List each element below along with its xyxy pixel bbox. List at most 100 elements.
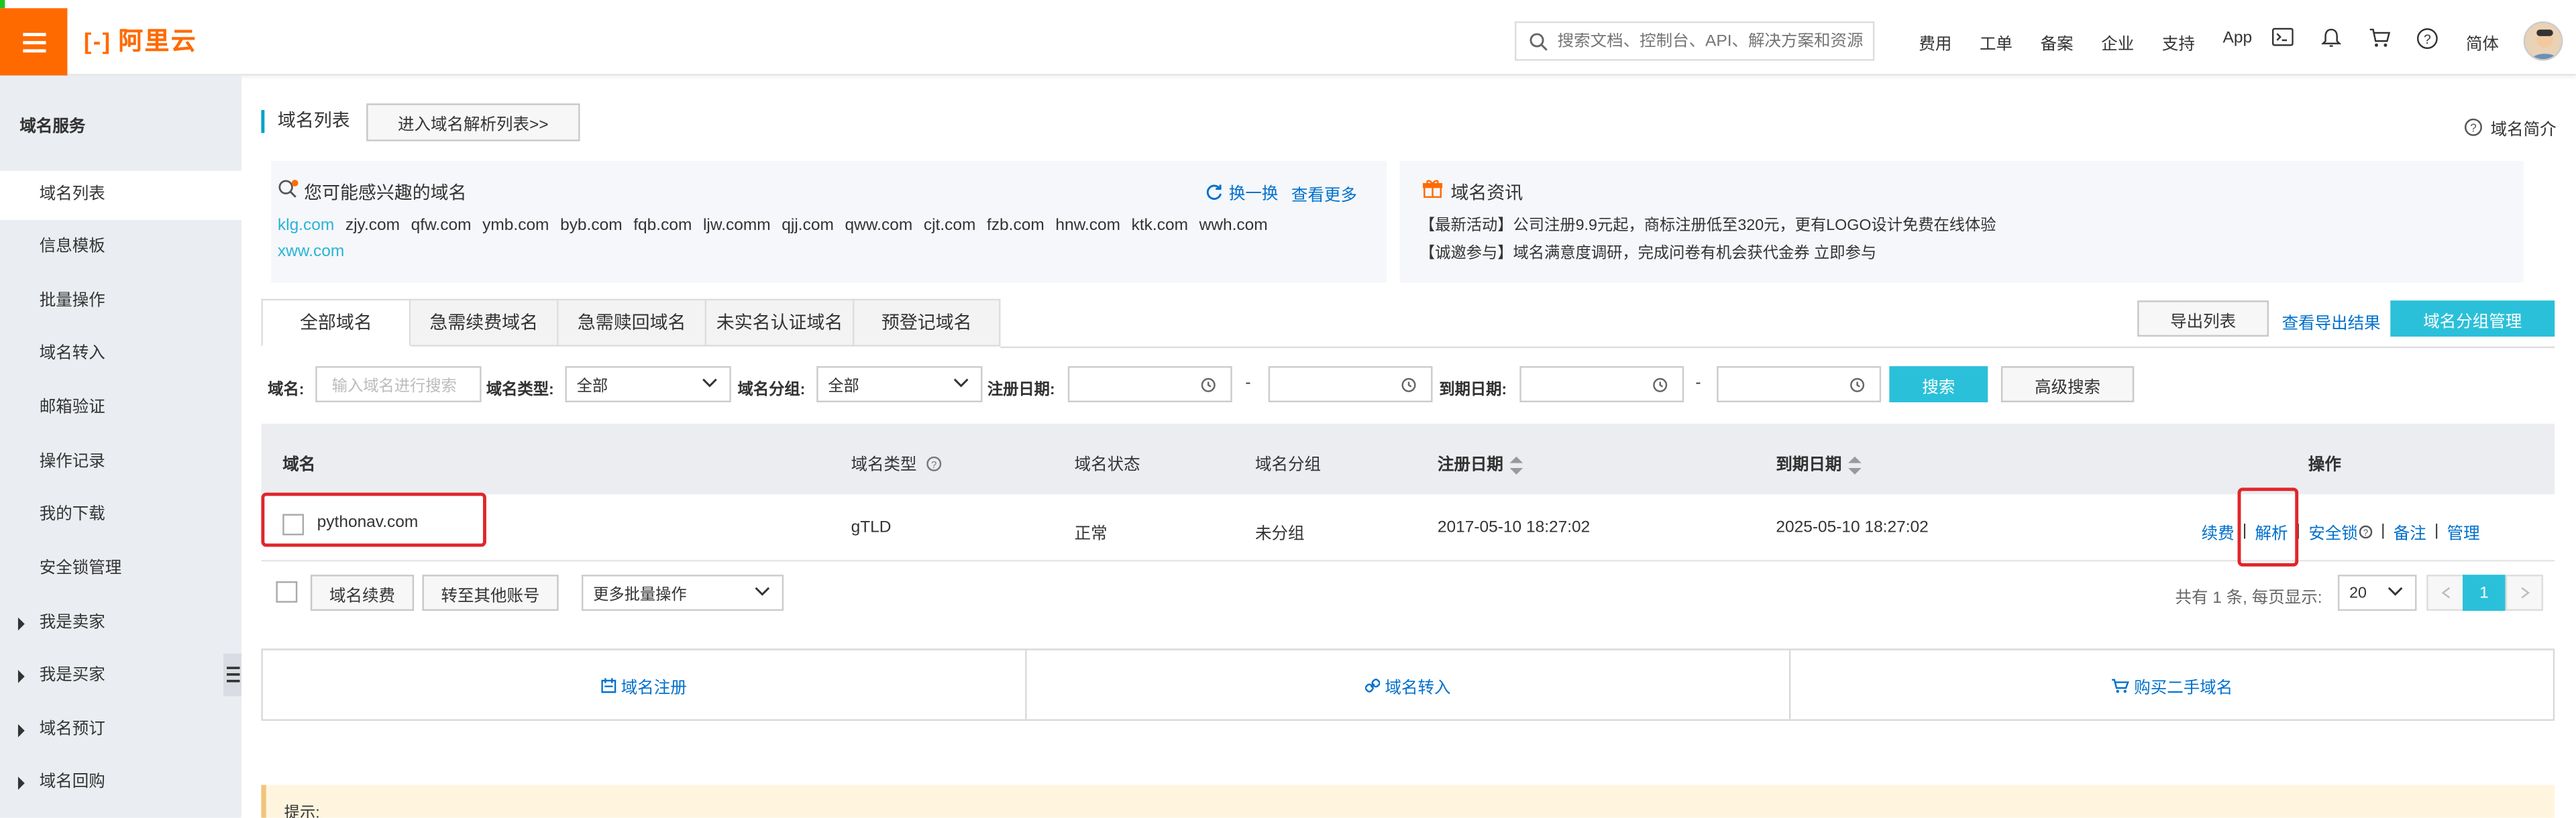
- interest-domain[interactable]: ktk.com: [1132, 217, 1188, 235]
- group-select[interactable]: 全部: [816, 366, 983, 403]
- interest-domain[interactable]: cjt.com: [924, 217, 976, 235]
- sidebar-item-security-lock[interactable]: 安全锁管理: [0, 545, 241, 594]
- sidebar-group-reserve[interactable]: 域名预订: [0, 706, 241, 755]
- sidebar-item-domain-list[interactable]: 域名列表: [0, 170, 242, 221]
- advanced-search-button[interactable]: 高级搜索: [2000, 366, 2135, 403]
- swap-button[interactable]: 换一换: [1206, 179, 1278, 204]
- enter-dns-list-button[interactable]: 进入域名解析列表>>: [366, 103, 580, 141]
- transfer-in-button[interactable]: 域名转入: [1027, 650, 1791, 719]
- sidebar-item-email-verify[interactable]: 邮箱验证: [0, 384, 241, 433]
- sidebar-item-downloads[interactable]: 我的下载: [0, 491, 241, 540]
- security-lock-link[interactable]: 安全锁: [2308, 519, 2357, 544]
- type-select-value: 全部: [576, 377, 608, 396]
- sort-icon: [1848, 456, 1862, 475]
- sidebar-collapse-button[interactable]: [223, 653, 242, 697]
- nav-enterprise[interactable]: 企业: [2101, 30, 2134, 54]
- col-type-label: 域名类型: [851, 456, 917, 475]
- view-export-link[interactable]: 查看导出结果: [2282, 308, 2381, 333]
- next-page-button[interactable]: [2505, 575, 2544, 611]
- language-switch[interactable]: 简体: [2466, 30, 2499, 54]
- col-exp-label: 到期日期: [1776, 456, 1842, 475]
- interest-domain[interactable]: qww.com: [845, 217, 913, 235]
- global-search[interactable]: [1514, 21, 1875, 61]
- sidebar-item-op-log[interactable]: 操作记录: [0, 439, 241, 487]
- col-exp-date[interactable]: 到期日期: [1776, 450, 1862, 475]
- search-button[interactable]: 搜索: [1889, 366, 1988, 403]
- interest-domain[interactable]: wwh.com: [1199, 217, 1268, 235]
- help-icon[interactable]: ?: [2416, 28, 2438, 50]
- nav-fees[interactable]: 费用: [1919, 30, 1951, 54]
- chevron-down-icon: [755, 587, 770, 596]
- status-indicator: [0, 0, 5, 9]
- terminal-icon[interactable]: [2271, 27, 2294, 46]
- user-avatar[interactable]: [2523, 21, 2563, 61]
- view-more-link[interactable]: 查看更多: [1291, 180, 1357, 205]
- sidebar-item-info-template[interactable]: 信息模板: [0, 223, 241, 272]
- sidebar-group-seller[interactable]: 我是卖家: [0, 599, 241, 648]
- help-icon[interactable]: ?: [926, 456, 941, 471]
- bell-icon[interactable]: [2321, 28, 2341, 48]
- tab-preregistered[interactable]: 预登记域名: [854, 298, 1001, 347]
- nav-icp[interactable]: 备案: [2041, 30, 2074, 54]
- batch-ops-select[interactable]: 更多批量操作: [581, 575, 784, 611]
- menu-button[interactable]: [0, 8, 68, 76]
- renew-link[interactable]: 续费: [2202, 519, 2235, 544]
- interest-domain[interactable]: byb.com: [560, 217, 623, 235]
- type-select[interactable]: 全部: [565, 366, 731, 403]
- interest-domain[interactable]: fzb.com: [987, 217, 1044, 235]
- manage-link[interactable]: 管理: [2447, 519, 2480, 544]
- interest-domain[interactable]: hnw.com: [1055, 217, 1120, 235]
- col-reg-label: 注册日期: [1437, 456, 1503, 475]
- sidebar-group-buyback[interactable]: 域名回购: [0, 758, 241, 807]
- reg-date-label: 注册日期:: [987, 381, 1055, 400]
- transfer-account-button[interactable]: 转至其他账号: [422, 575, 559, 611]
- sidebar-item-batch-ops[interactable]: 批量操作: [0, 278, 241, 327]
- search-input[interactable]: [1557, 32, 1870, 50]
- aliyun-logo[interactable]: [-] 阿里云: [84, 23, 197, 57]
- chevron-right-icon: [2520, 587, 2529, 599]
- nav-support[interactable]: 支持: [2162, 30, 2195, 54]
- sidebar-title: 域名服务: [19, 118, 86, 137]
- page-size-select[interactable]: 20: [2337, 575, 2417, 611]
- news-item[interactable]: 【诚邀参与】域名满意度调研，完成问卷有机会获代金券 立即参与: [1419, 240, 1876, 263]
- interest-domain[interactable]: zjy.com: [345, 217, 400, 235]
- col-reg-date[interactable]: 注册日期: [1438, 450, 1523, 475]
- interest-domain[interactable]: xww.com: [278, 243, 344, 261]
- chevron-down-icon: [953, 378, 969, 388]
- register-domain-button[interactable]: 域名注册: [263, 650, 1027, 719]
- prev-page-button[interactable]: [2426, 575, 2465, 611]
- tab-redeem-urgent[interactable]: 急需赎回域名: [558, 298, 707, 347]
- help-icon[interactable]: ?: [2359, 524, 2373, 538]
- search-recommend-icon: [278, 180, 299, 198]
- remark-link[interactable]: 备注: [2394, 519, 2426, 544]
- sidebar-item-transfer-in[interactable]: 域名转入: [0, 330, 241, 379]
- page-1-button[interactable]: 1: [2463, 575, 2506, 611]
- interest-domain[interactable]: qjj.com: [782, 217, 834, 235]
- reg-date-start[interactable]: [1067, 366, 1232, 403]
- interest-domain[interactable]: ymb.com: [482, 217, 549, 235]
- exp-date-start[interactable]: [1519, 366, 1684, 403]
- tab-all-domains[interactable]: 全部域名: [261, 298, 411, 347]
- nav-tickets[interactable]: 工单: [1980, 30, 2012, 54]
- exp-date-end[interactable]: [1717, 366, 1882, 403]
- interest-domain[interactable]: klg.com: [278, 217, 334, 235]
- interest-domain[interactable]: ljw.comm: [703, 217, 771, 235]
- reg-date-end[interactable]: [1268, 366, 1433, 403]
- group-manage-button[interactable]: 域名分组管理: [2390, 300, 2555, 337]
- interest-domain[interactable]: fqb.com: [633, 217, 692, 235]
- export-list-button[interactable]: 导出列表: [2137, 300, 2269, 337]
- news-item[interactable]: 【最新活动】公司注册9.9元起，商标注册低至320元，更有LOGO设计免费在线体…: [1419, 212, 1996, 235]
- nav-app[interactable]: App: [2222, 30, 2252, 54]
- select-all-checkbox[interactable]: [276, 581, 298, 603]
- cart-icon[interactable]: [2369, 28, 2391, 48]
- batch-renew-button[interactable]: 域名续费: [310, 575, 415, 611]
- sidebar-group-buyer[interactable]: 我是买家: [0, 652, 241, 701]
- col-status: 域名状态: [1074, 456, 1140, 475]
- interest-domain[interactable]: qfw.com: [411, 217, 472, 235]
- domain-search-input[interactable]: 输入域名进行搜索: [315, 366, 482, 403]
- domain-intro-link[interactable]: ? 域名简介: [2464, 115, 2557, 139]
- top-navbar: [-] 阿里云 费用 工单 备案 企业 支持 App ? 简体: [0, 0, 2576, 76]
- tab-unverified[interactable]: 未实名认证域名: [706, 298, 855, 347]
- buy-second-hand-button[interactable]: 购买二手域名: [1790, 650, 2553, 719]
- tab-renew-urgent[interactable]: 急需续费域名: [411, 298, 559, 347]
